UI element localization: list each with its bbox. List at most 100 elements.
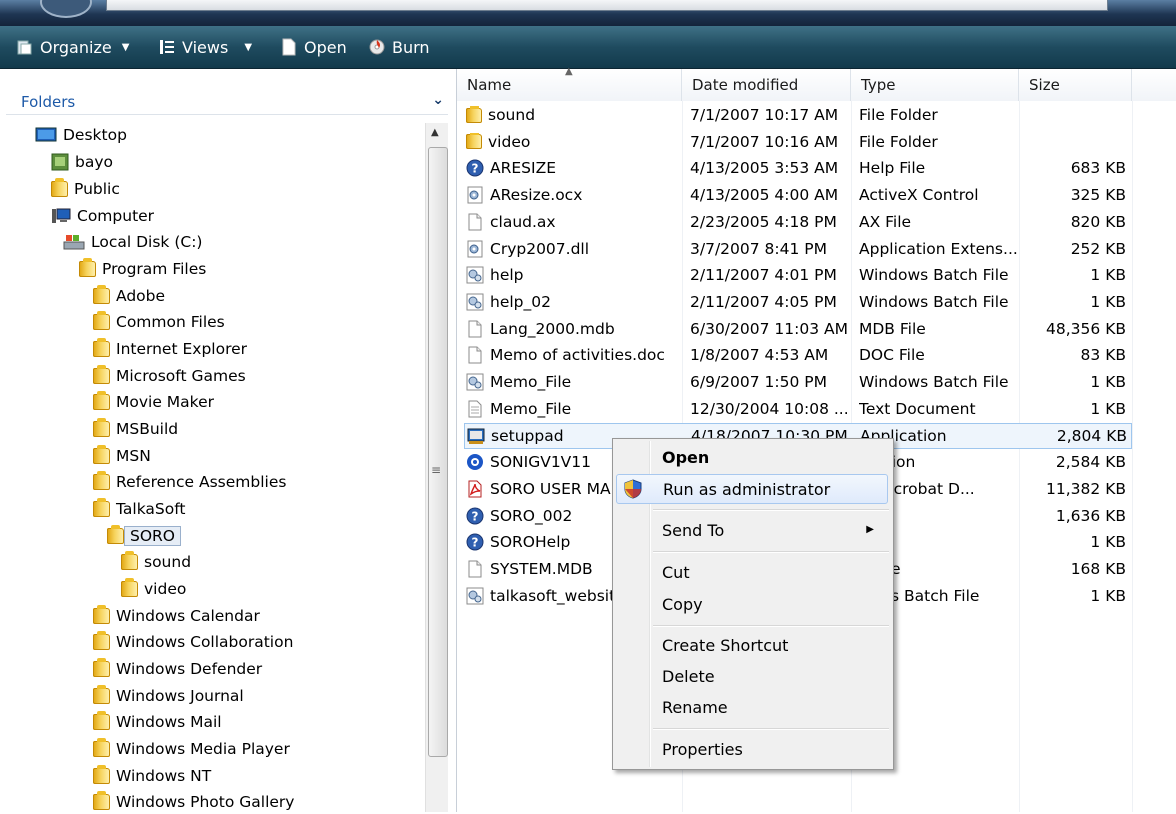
file-row[interactable]: help 2/11/2007 4:01 PM Windows Batch File 1… — [464, 263, 1132, 289]
file-row[interactable]: AResize.ocx 4/13/2005 4:00 AM ActiveX Cont… — [464, 183, 1132, 209]
open-button[interactable]: Open — [280, 34, 347, 60]
folders-header[interactable]: Folders ⌄ — [6, 90, 448, 115]
file-size: 2,584 KB — [1055, 453, 1126, 472]
tree-item-windows-photo-gallery[interactable]: Windows Photo Gallery — [93, 790, 294, 814]
file-name-cell: help_02 — [466, 293, 684, 311]
file-name: help — [490, 266, 524, 285]
pdf-icon — [466, 480, 484, 498]
folder-icon — [121, 578, 138, 597]
tree-item-sound[interactable]: sound — [121, 550, 191, 574]
file-size: 1 KB — [1090, 533, 1126, 552]
tree-item-public[interactable]: Public — [51, 177, 120, 201]
file-row[interactable]: Cryp2007.dll 3/7/2007 8:41 PM Application … — [464, 237, 1132, 263]
file-name-cell: ? ARESIZE — [466, 159, 684, 177]
tree-item-bayo[interactable]: bayo — [51, 150, 113, 174]
tree-item-video[interactable]: video — [121, 577, 186, 601]
column-header-name[interactable]: ▲ Name — [457, 66, 682, 101]
views-button[interactable]: Views ▼ — [158, 34, 252, 60]
tree-item-reference-assemblies[interactable]: Reference Assemblies — [93, 470, 286, 494]
tree-item-microsoft-games[interactable]: Microsoft Games — [93, 364, 246, 388]
tree-item-msn[interactable]: MSN — [93, 444, 151, 468]
file-size: 252 KB — [1070, 239, 1126, 258]
address-bar[interactable] — [106, 0, 1108, 11]
file-row[interactable]: Memo_File 12/30/2004 10:08 ... Text Docume… — [464, 397, 1132, 423]
file-size: 1 KB — [1090, 373, 1126, 391]
file-name: talkasoft_websit — [490, 586, 616, 605]
column-header-type[interactable]: Type — [851, 69, 1019, 101]
menu-item-copy[interactable]: Copy — [616, 590, 888, 620]
tree-item-program-files[interactable]: Program Files — [79, 257, 206, 281]
menu-item-properties[interactable]: Properties — [616, 735, 888, 765]
tree-item-movie-maker[interactable]: Movie Maker — [93, 390, 214, 414]
tree-item-msbuild[interactable]: MSBuild — [93, 417, 178, 441]
scrollbar-thumb[interactable] — [428, 147, 448, 757]
computer-icon — [52, 208, 71, 223]
tree-item-windows-media-player[interactable]: Windows Media Player — [93, 737, 290, 761]
nav-scrollbar[interactable]: ▲ ≡ — [425, 123, 448, 812]
file-name-cell: Cryp2007.dll — [466, 240, 684, 258]
folder-icon — [79, 258, 96, 277]
tree-item-local-disk[interactable]: Local Disk (C:) — [63, 230, 202, 254]
chevron-down-icon[interactable]: ⌄ — [432, 92, 444, 108]
burn-button[interactable]: Burn — [368, 34, 430, 60]
navigation-pane: Folders ⌄ Desktop bayo Public Computer L… — [0, 69, 457, 812]
help-icon: ? — [466, 507, 484, 525]
column-header-date[interactable]: Date modified — [682, 69, 851, 101]
uac-shield-icon — [624, 479, 642, 499]
back-button[interactable] — [40, 0, 92, 18]
user-folder-icon — [51, 153, 69, 171]
file-row[interactable]: video 7/1/2007 10:16 AM File Folder — [464, 130, 1132, 156]
tree-item-desktop[interactable]: Desktop — [35, 123, 127, 147]
menu-item-send-to[interactable]: Send To ▶ — [616, 516, 888, 546]
file-name: sound — [488, 106, 536, 124]
file-row[interactable]: Memo of activities.doc 1/8/2007 4:53 AM DO… — [464, 343, 1132, 369]
file-type: Text Document — [859, 399, 976, 418]
tree-item-common-files[interactable]: Common Files — [93, 310, 225, 334]
file-type: Windows Batch File — [859, 292, 1009, 311]
file-type: AX File — [859, 212, 912, 231]
burn-disc-icon — [369, 39, 385, 55]
scroll-up-arrow-icon[interactable]: ▲ — [431, 127, 439, 138]
tree-item-windows-collaboration[interactable]: Windows Collaboration — [93, 630, 293, 654]
tree-item-internet-explorer[interactable]: Internet Explorer — [93, 337, 247, 361]
column-header-size[interactable]: Size — [1019, 69, 1132, 101]
menu-item-cut[interactable]: Cut — [616, 558, 888, 588]
organize-button[interactable]: Organize ▼ — [16, 34, 129, 60]
menu-item-open[interactable]: Open — [616, 443, 888, 473]
file-row[interactable]: claud.ax 2/23/2005 4:18 PM AX File 820 KB — [464, 210, 1132, 236]
tree-item-computer[interactable]: Computer — [51, 204, 154, 228]
menu-item-rename[interactable]: Rename — [616, 693, 888, 723]
menu-item-run-as-administrator[interactable]: Run as administrator — [616, 474, 888, 504]
folder-icon — [93, 765, 110, 784]
tree-item-adobe[interactable]: Adobe — [93, 284, 165, 308]
tree-item-windows-defender[interactable]: Windows Defender — [93, 657, 262, 681]
file-name: Memo_File — [490, 399, 572, 418]
tree-item-windows-nt[interactable]: Windows NT — [93, 764, 211, 788]
tree-item-talkasoft[interactable]: TalkaSoft — [93, 497, 186, 521]
tree-item-windows-calendar[interactable]: Windows Calendar — [93, 604, 260, 628]
file-row[interactable]: sound 7/1/2007 10:17 AM File Folder — [464, 103, 1132, 129]
batch-icon — [466, 587, 484, 605]
batch-icon — [466, 293, 484, 311]
file-row[interactable]: ? ARESIZE 4/13/2005 3:53 AM Help File 683 KB — [464, 156, 1132, 182]
gear-file-icon — [466, 240, 484, 258]
tree-item-windows-journal[interactable]: Windows Journal — [93, 684, 244, 708]
file-name: Memo of activities.doc — [490, 346, 665, 365]
blank-file-icon — [466, 346, 484, 364]
tree-item-windows-mail[interactable]: Windows Mail — [93, 710, 222, 734]
file-date: 4/13/2005 4:00 AM — [690, 186, 839, 205]
help-icon: ? — [466, 533, 484, 551]
menu-item-delete[interactable]: Delete — [616, 662, 888, 692]
svg-text:?: ? — [472, 509, 479, 523]
file-row[interactable]: Memo_File 6/9/2007 1:50 PM Windows Batch F… — [464, 370, 1132, 396]
views-icon — [160, 40, 174, 54]
menu-item-create-shortcut[interactable]: Create Shortcut — [616, 631, 888, 661]
menu-separator — [653, 551, 889, 553]
file-name: video — [488, 132, 531, 151]
command-toolbar: Organize ▼ Views ▼ Open Burn — [0, 26, 1176, 69]
file-name-cell: Memo of activities.doc — [466, 346, 684, 364]
file-row[interactable]: Lang_2000.mdb 6/30/2007 11:03 AM MDB File 4… — [464, 317, 1132, 343]
folder-icon — [93, 365, 110, 384]
tree-item-soro[interactable]: SORO — [107, 524, 182, 548]
file-row[interactable]: help_02 2/11/2007 4:05 PM Windows Batch Fi… — [464, 290, 1132, 316]
